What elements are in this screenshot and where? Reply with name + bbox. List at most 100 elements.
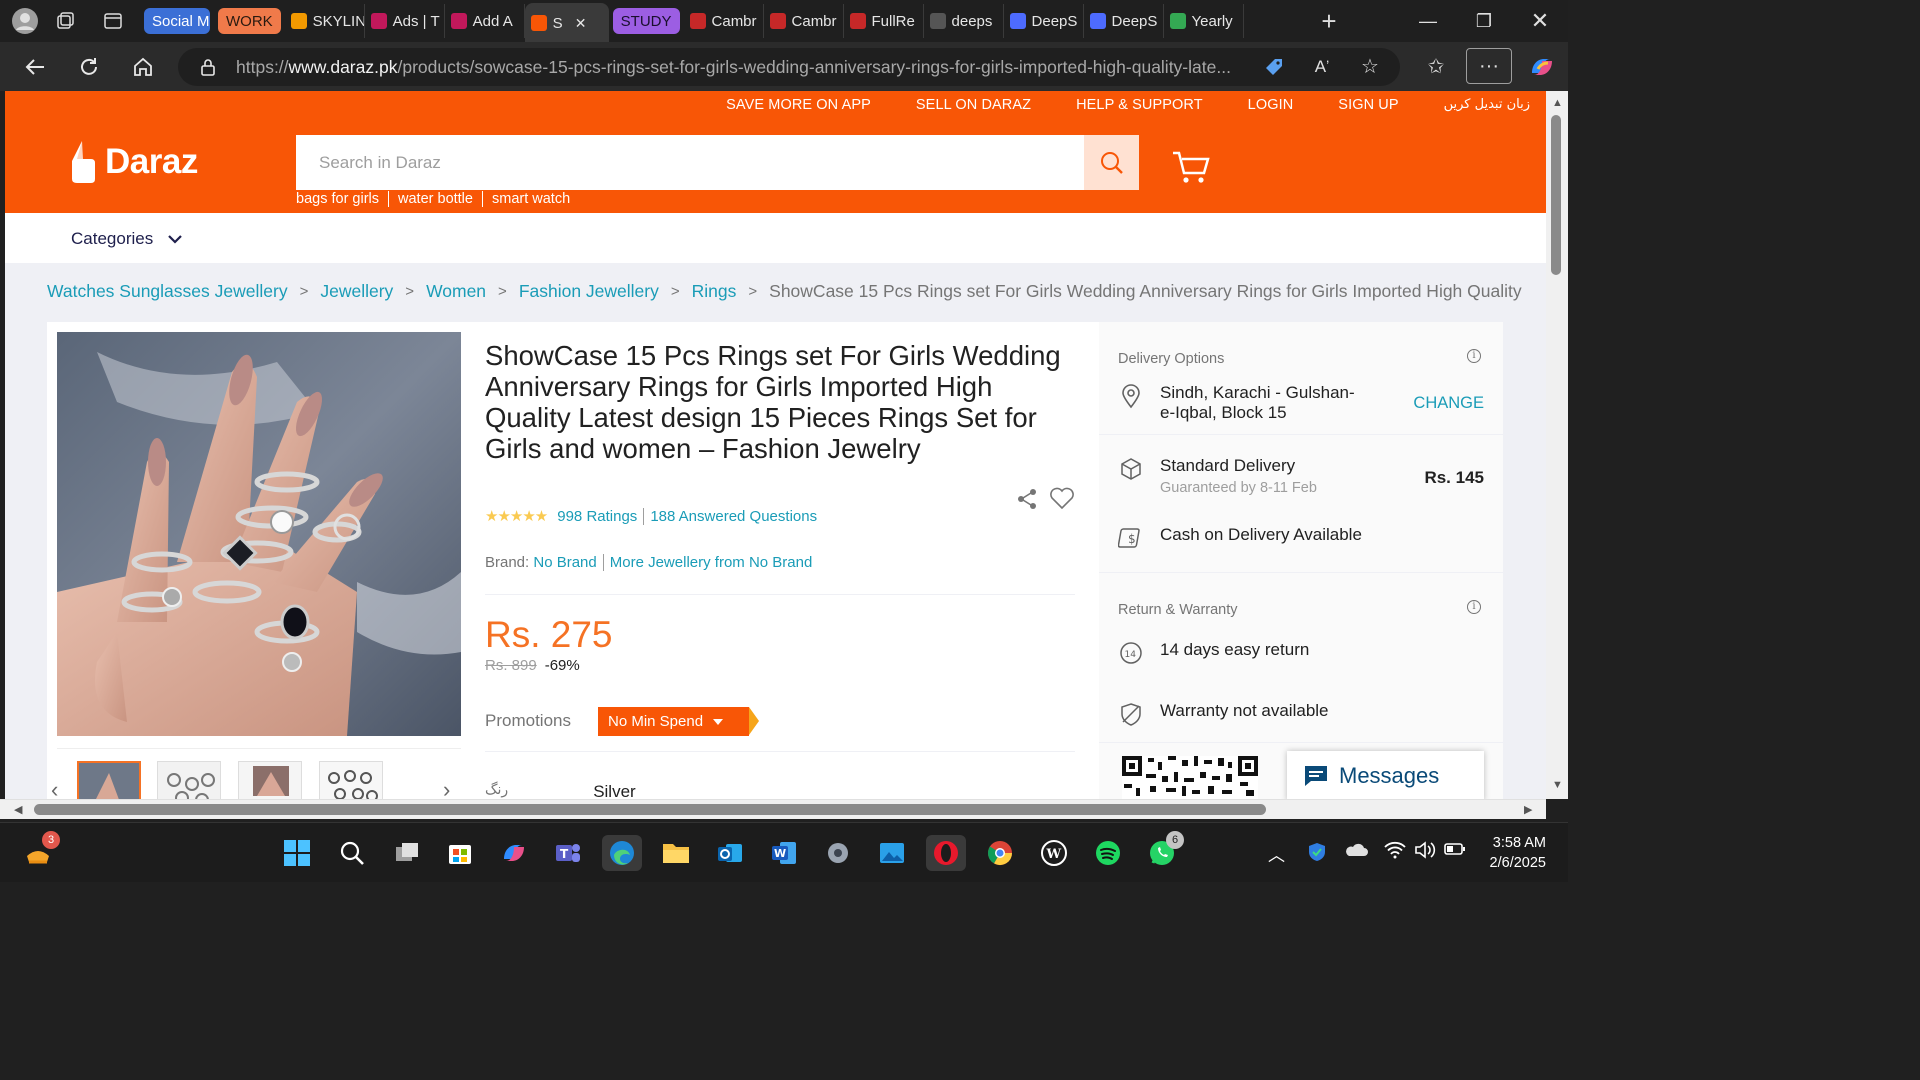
language-switch-link[interactable]: زبان تبدیل کریں xyxy=(1444,97,1530,113)
lock-icon[interactable] xyxy=(198,57,218,77)
breadcrumb-link[interactable]: Rings xyxy=(692,281,737,302)
copilot-app-icon[interactable] xyxy=(496,835,532,871)
refresh-icon[interactable] xyxy=(62,42,116,91)
restore-icon[interactable]: ❐ xyxy=(1456,0,1512,42)
chevron-up-icon[interactable]: ︿ xyxy=(1268,841,1285,866)
change-location-button[interactable]: CHANGE xyxy=(1413,394,1484,413)
read-aloud-icon[interactable]: Aʼ xyxy=(1302,42,1342,91)
info-icon[interactable]: i xyxy=(1467,349,1481,363)
widgets-icon[interactable]: 3 xyxy=(20,831,60,871)
search-button[interactable] xyxy=(1084,135,1139,190)
chevron-left-icon[interactable]: ‹ xyxy=(51,777,58,799)
save-more-link[interactable]: SAVE MORE ON APP xyxy=(726,97,871,113)
more-menu-icon[interactable]: ··· xyxy=(1466,48,1512,84)
wordpress-icon[interactable]: W xyxy=(1036,835,1072,871)
breadcrumb-link[interactable]: Women xyxy=(426,281,486,302)
cart-icon[interactable] xyxy=(1171,149,1211,185)
product-main-image[interactable] xyxy=(57,332,461,736)
sign-up-link[interactable]: SIGN UP xyxy=(1338,97,1398,113)
scroll-left-icon[interactable]: ◀ xyxy=(14,803,22,816)
workspaces-icon[interactable] xyxy=(48,4,82,38)
sell-on-daraz-link[interactable]: SELL ON DARAZ xyxy=(916,97,1031,113)
scrollbar-thumb[interactable] xyxy=(34,804,1266,815)
hot-word-link[interactable]: smart watch xyxy=(492,191,579,207)
scroll-right-icon[interactable]: ▶ xyxy=(1524,803,1532,816)
info-icon[interactable]: i xyxy=(1467,600,1481,614)
word-icon[interactable]: W xyxy=(766,835,802,871)
browser-tab[interactable]: Ads | T xyxy=(365,4,445,38)
spotify-icon[interactable] xyxy=(1090,835,1126,871)
hot-word-link[interactable]: water bottle xyxy=(398,191,483,207)
edge-icon[interactable] xyxy=(602,835,642,871)
more-from-brand-link[interactable]: More Jewellery from No Brand xyxy=(610,554,813,571)
close-tab-icon[interactable]: ✕ xyxy=(575,15,587,32)
vertical-scrollbar[interactable]: ▲ ▼ xyxy=(1546,91,1568,799)
tab-group-label[interactable]: Social M xyxy=(144,8,210,34)
browser-tab[interactable]: SKYLIN xyxy=(285,4,365,38)
search-input[interactable] xyxy=(296,135,1084,190)
daraz-logo[interactable]: Daraz xyxy=(67,139,198,185)
color-value[interactable]: Silver xyxy=(593,782,636,799)
minimize-icon[interactable]: — xyxy=(1400,0,1456,42)
ratings-link[interactable]: 998 Ratings xyxy=(557,508,637,525)
chrome-icon[interactable] xyxy=(982,835,1018,871)
task-view-icon[interactable] xyxy=(389,835,425,871)
hot-word-link[interactable]: bags for girls xyxy=(296,191,390,207)
store-icon[interactable] xyxy=(442,835,478,871)
coupon-icon[interactable] xyxy=(1254,42,1294,91)
brand-link[interactable]: No Brand xyxy=(533,554,596,571)
chevron-right-icon[interactable]: › xyxy=(443,777,450,799)
breadcrumb-link[interactable]: Jewellery xyxy=(320,281,393,302)
wifi-icon[interactable] xyxy=(1384,841,1406,864)
start-icon[interactable] xyxy=(279,835,315,871)
product-thumbnail[interactable] xyxy=(157,761,221,799)
system-clock[interactable]: 3:58 AM 2/6/2025 xyxy=(1490,833,1546,873)
help-support-link[interactable]: HELP & SUPPORT xyxy=(1076,97,1203,113)
browser-tab[interactable]: Yearly xyxy=(1164,4,1244,38)
outlook-icon[interactable] xyxy=(712,835,748,871)
scrollbar-thumb[interactable] xyxy=(1551,115,1561,275)
browser-tab-active[interactable]: S ✕ xyxy=(524,3,609,43)
tab-actions-icon[interactable] xyxy=(96,4,130,38)
teams-icon[interactable]: T xyxy=(550,835,586,871)
favorite-star-icon[interactable]: ☆ xyxy=(1350,42,1390,91)
browser-tab[interactable]: Cambr xyxy=(764,4,844,38)
security-shield-icon[interactable] xyxy=(1306,841,1328,868)
profile-icon[interactable] xyxy=(8,4,42,38)
battery-icon[interactable] xyxy=(1444,841,1466,861)
opera-icon[interactable] xyxy=(926,835,966,871)
promotion-badge[interactable]: No Min Spend xyxy=(598,707,760,736)
messages-button[interactable]: Messages xyxy=(1287,751,1484,799)
photos-icon[interactable] xyxy=(874,835,910,871)
close-window-icon[interactable]: ✕ xyxy=(1512,0,1568,42)
home-icon[interactable] xyxy=(116,42,170,91)
tab-group-label[interactable]: STUDY xyxy=(612,8,680,34)
categories-dropdown[interactable]: Categories xyxy=(71,229,183,249)
browser-tab[interactable]: Cambr xyxy=(684,4,764,38)
url-field[interactable]: https://www.daraz.pk/products/sowcase-15… xyxy=(178,48,1400,86)
settings-icon[interactable] xyxy=(820,835,856,871)
scroll-up-icon[interactable]: ▲ xyxy=(1552,97,1563,109)
favorites-icon[interactable]: ✩ xyxy=(1414,42,1458,91)
product-thumbnail[interactable] xyxy=(319,761,383,799)
copilot-icon[interactable] xyxy=(1522,42,1562,91)
browser-tab[interactable]: Add A xyxy=(445,4,525,38)
login-link[interactable]: LOGIN xyxy=(1248,97,1294,113)
browser-tab[interactable]: DeepS xyxy=(1084,4,1164,38)
heart-icon[interactable] xyxy=(1049,487,1075,511)
whatsapp-icon[interactable]: 6 xyxy=(1144,831,1184,871)
search-icon[interactable] xyxy=(334,835,370,871)
file-explorer-icon[interactable] xyxy=(658,835,694,871)
back-icon[interactable] xyxy=(8,42,62,91)
browser-tab[interactable]: DeepS xyxy=(1004,4,1084,38)
tab-group-label[interactable]: WORK xyxy=(218,8,281,34)
breadcrumb-link[interactable]: Fashion Jewellery xyxy=(519,281,659,302)
product-thumbnail[interactable] xyxy=(77,761,141,799)
browser-tab[interactable]: FullRe xyxy=(844,4,924,38)
answered-questions-link[interactable]: 188 Answered Questions xyxy=(650,508,817,525)
horizontal-scrollbar[interactable]: ◀ ▶ xyxy=(0,799,1546,819)
product-thumbnail[interactable] xyxy=(238,761,302,799)
new-tab-icon[interactable]: + xyxy=(1312,4,1346,38)
browser-tab[interactable]: deeps xyxy=(924,4,1004,38)
scroll-down-icon[interactable]: ▼ xyxy=(1552,779,1563,791)
